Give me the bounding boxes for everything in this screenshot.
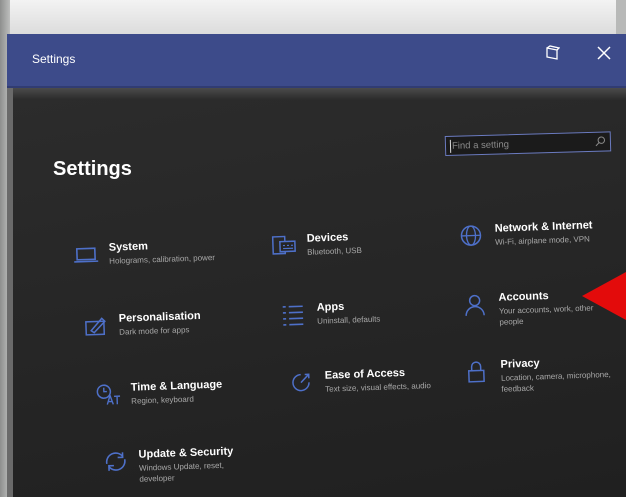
category-description: Dark mode for apps [119,325,190,337]
ease-of-access-icon [292,373,310,392]
category-privacy[interactable]: Privacy Location, camera, microphone, fe… [464,355,613,396]
category-accounts[interactable]: Accounts Your accounts, work, other peop… [462,288,595,329]
red-pointer-arrow [582,272,626,320]
globe-icon [460,225,482,246]
follow-me-button[interactable] [537,40,567,66]
person-icon [465,294,485,316]
category-description: Windows Update, reset, developer [138,460,225,484]
category-description: Region, keyboard [131,394,195,406]
category-system[interactable]: System Holograms, calibration, power [73,238,216,268]
apps-list-icon [282,305,304,326]
category-network-internet[interactable]: Network & Internet Wi-Fi, airplane mode,… [459,219,594,249]
laptop-icon [74,247,99,263]
close-button[interactable] [589,40,619,66]
category-description: Location, camera, microphone, feedback [500,369,611,394]
category-description: Holograms, calibration, power [109,253,216,266]
category-name: Apps [316,300,345,314]
category-update-security[interactable]: Update & Security Windows Update, reset,… [102,445,239,486]
settings-home: Settings System Holograms, calibration, … [7,88,626,497]
search-box[interactable] [444,131,612,156]
category-description: Wi-Fi, airplane mode, VPN [495,234,591,247]
search-icon[interactable] [595,136,606,147]
follow-me-icon [546,45,560,60]
category-description: Bluetooth, USB [307,245,363,257]
sync-icon [105,452,126,471]
title-bar: Settings [7,34,626,88]
search-input[interactable] [451,133,593,154]
category-apps[interactable]: Apps Uninstall, defaults [281,300,381,328]
devices-icon [271,235,296,255]
content-header-band [13,88,626,100]
category-description: Text size, visual effects, audio [325,381,432,394]
time-language-icon [96,384,121,405]
settings-window: Settings Settings Find a setting System … [7,34,626,497]
personalisation-icon [85,317,106,336]
page-title: Settings [53,158,132,180]
category-ease-of-access[interactable]: Ease of Access Text size, visual effects… [289,366,431,396]
lock-icon [467,361,485,383]
category-time-language[interactable]: Time & Language Region, keyboard [95,379,223,408]
category-devices[interactable]: Devices Bluetooth, USB [271,231,363,259]
window-title: Settings [32,52,76,66]
background-wall-top [0,0,626,34]
category-name: Devices [306,231,349,245]
category-description: Uninstall, defaults [317,314,381,326]
category-personalisation[interactable]: Personalisation Dark mode for apps [83,310,202,339]
close-icon [597,46,611,60]
